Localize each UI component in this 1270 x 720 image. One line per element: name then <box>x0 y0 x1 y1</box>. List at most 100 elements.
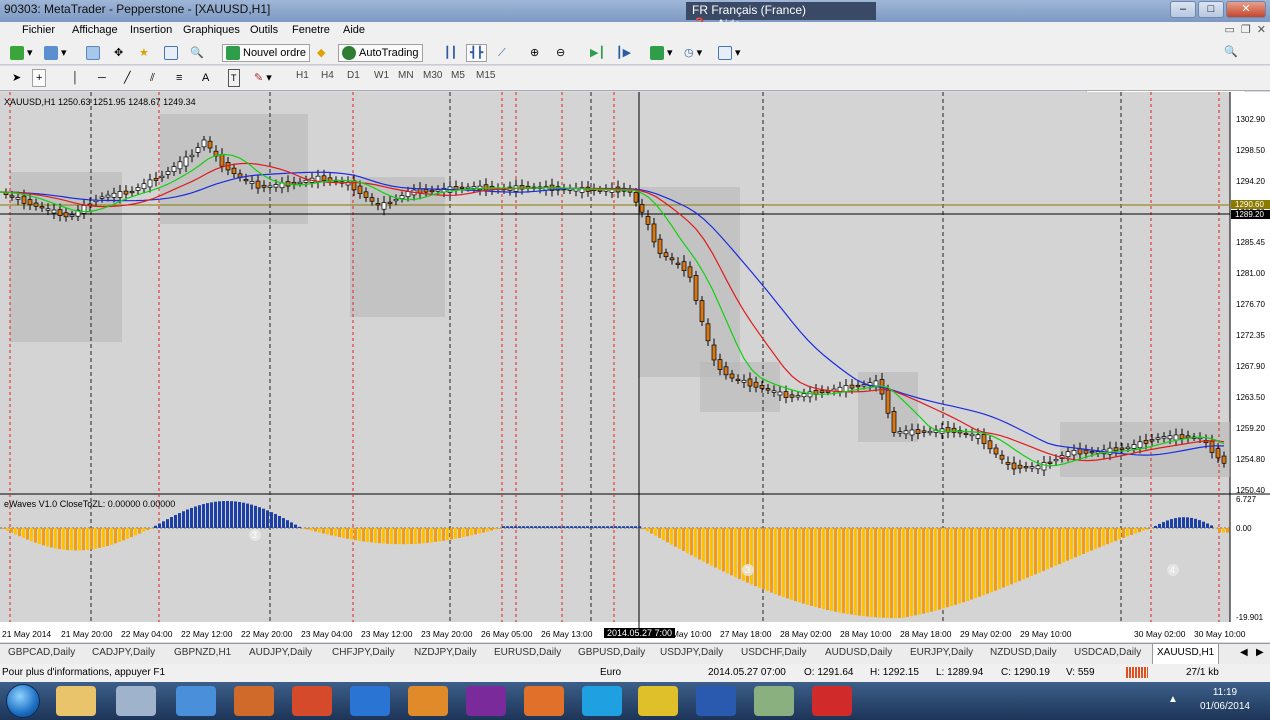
chart-shift-button[interactable]: ┃▶ <box>612 44 635 62</box>
timeframe-d1[interactable]: D1 <box>347 70 360 81</box>
strategy-tester-button[interactable]: 🔍 <box>186 44 208 62</box>
time-label: 22 May 20:00 <box>241 629 293 639</box>
tab-audjpy-daily[interactable]: AUDJPY,Daily <box>249 647 312 658</box>
refresh-app-icon[interactable] <box>176 686 216 716</box>
tab-chfjpy-daily[interactable]: CHFJPY,Daily <box>332 647 395 658</box>
timeframe-m15[interactable]: M15 <box>476 70 495 81</box>
new-chart-button[interactable]: ▾ <box>6 44 37 62</box>
close-button[interactable]: ✕ <box>1226 1 1266 18</box>
menu-aide[interactable]: Aide <box>343 24 365 36</box>
templates-button[interactable]: ▾ <box>714 44 745 62</box>
crosshair-button[interactable]: + <box>32 69 47 87</box>
navigator-button[interactable]: ✥ <box>110 44 127 62</box>
maximize-button[interactable]: □ <box>1198 1 1224 18</box>
language-selector[interactable]: FR Français (France) <box>692 3 806 17</box>
histogram-bar <box>994 528 997 591</box>
menu-outils[interactable]: Outils <box>250 24 278 36</box>
channel-button[interactable]: ⫽ <box>146 69 159 87</box>
histogram-bar <box>310 528 313 531</box>
timeframe-m5[interactable]: M5 <box>451 70 465 81</box>
indicators-button[interactable]: ▾ <box>646 44 677 62</box>
tab-nzdjpy-daily[interactable]: NZDJPY,Daily <box>414 647 477 658</box>
auto-scroll-button[interactable]: ▶┃ <box>586 44 609 62</box>
tab-gbpcad-daily[interactable]: GBPCAD,Daily <box>8 647 75 658</box>
menu-fichier[interactable]: Fichier <box>22 24 55 36</box>
metaeditor-button[interactable]: ◆ <box>313 44 329 62</box>
histogram-bar <box>142 528 145 532</box>
histogram-bar <box>198 505 201 528</box>
timeframe-h4[interactable]: H4 <box>321 70 334 81</box>
menu-insertion[interactable]: Insertion <box>130 24 172 36</box>
horizontal-line-button[interactable]: ─ <box>94 69 110 87</box>
histogram-bar <box>650 528 653 534</box>
yahoo-icon[interactable] <box>466 686 506 716</box>
zoom-out-button[interactable]: ⊖ <box>552 44 569 62</box>
mdi-minimize-icon[interactable]: ▭ <box>1225 23 1235 36</box>
zoom-in-button[interactable]: ⊕ <box>526 44 543 62</box>
cursor-button[interactable]: ➤ <box>8 69 25 87</box>
text-button[interactable]: A <box>198 69 213 87</box>
minimize-button[interactable]: – <box>1170 1 1196 18</box>
data-window-button[interactable]: ★ <box>135 44 153 62</box>
media-player-icon[interactable] <box>408 686 448 716</box>
histogram-bar <box>542 526 545 528</box>
terminal-button[interactable] <box>160 44 182 62</box>
timeframe-w1[interactable]: W1 <box>374 70 389 81</box>
menu-fenetre[interactable]: Fenetre <box>292 24 330 36</box>
trendline-button[interactable]: ╱ <box>120 69 135 87</box>
tab-eurjpy-daily[interactable]: EURJPY,Daily <box>910 647 973 658</box>
word-icon[interactable] <box>696 686 736 716</box>
mdi-restore-icon[interactable]: ❐ <box>1241 23 1251 36</box>
media-app-icon[interactable] <box>234 686 274 716</box>
tray-arrow-icon[interactable]: ▲ <box>1168 694 1178 705</box>
internet-explorer-icon[interactable] <box>350 686 390 716</box>
tab-xauusd-h1[interactable]: XAUUSD,H1 <box>1152 644 1220 665</box>
tab-scroll-right-icon[interactable]: ▶ <box>1256 647 1264 658</box>
tab-usdcad-daily[interactable]: USDCAD,Daily <box>1074 647 1141 658</box>
price-chart[interactable]: 3 3 4 1302.90 1298.50 1294.20 1289.20 1285.45 1… <box>0 92 1270 642</box>
connection-status-icon[interactable] <box>1126 667 1148 678</box>
profiles-button[interactable]: ▾ <box>40 44 71 62</box>
tab-usdchf-daily[interactable]: USDCHF,Daily <box>741 647 807 658</box>
autotrading-button[interactable]: AutoTrading <box>338 44 423 62</box>
chart-window[interactable]: 3 3 4 1302.90 1298.50 1294.20 1289.20 1285.45 1… <box>0 92 1270 642</box>
menu-graphiques[interactable]: Graphiques <box>183 24 240 36</box>
tab-usdjpy-daily[interactable]: USDJPY,Daily <box>660 647 723 658</box>
candle-body <box>369 197 375 202</box>
tab-gbpnzd-h1[interactable]: GBPNZD,H1 <box>174 647 231 658</box>
bar-chart-button[interactable]: ┃┃ <box>440 44 461 62</box>
fibonacci-button[interactable]: ≡ <box>172 69 186 87</box>
tab-eurusd-daily[interactable]: EURUSD,Daily <box>494 647 561 658</box>
text-label-button[interactable]: T <box>224 69 244 87</box>
tab-scroll-left-icon[interactable]: ◀ <box>1240 647 1248 658</box>
tab-gbpusd-daily[interactable]: GBPUSD,Daily <box>578 647 645 658</box>
menu-affichage[interactable]: Affichage <box>72 24 118 36</box>
chrome-icon[interactable] <box>638 686 678 716</box>
timeframe-h1[interactable]: H1 <box>296 70 309 81</box>
candlestick-button[interactable]: ┫┣ <box>466 44 488 62</box>
market-watch-button[interactable] <box>82 44 104 62</box>
candle-body <box>321 175 327 181</box>
shapes-button[interactable]: ✎ ▾ <box>250 69 276 87</box>
search-icon[interactable]: 🔍 <box>1224 45 1238 58</box>
new-order-button[interactable]: Nouvel ordre <box>222 44 310 62</box>
language-bar[interactable]: FR Français (France) ❓Aide <box>686 2 876 31</box>
metatrader-icon[interactable] <box>754 686 794 716</box>
vertical-line-button[interactable]: │ <box>68 69 83 87</box>
tab-cadjpy-daily[interactable]: CADJPY,Daily <box>92 647 155 658</box>
periods-button[interactable]: ◷ ▾ <box>680 44 706 62</box>
recorder-icon[interactable] <box>812 686 852 716</box>
timeframe-m30[interactable]: M30 <box>423 70 442 81</box>
firefox-icon[interactable] <box>524 686 564 716</box>
line-chart-button[interactable]: ⟋ <box>494 44 510 62</box>
computer-icon[interactable] <box>116 686 156 716</box>
start-button[interactable] <box>6 684 40 718</box>
skype-icon[interactable] <box>582 686 622 716</box>
tab-nzdusd-daily[interactable]: NZDUSD,Daily <box>990 647 1057 658</box>
tab-audusd-daily[interactable]: AUDUSD,Daily <box>825 647 892 658</box>
system-clock[interactable]: 11:19 01/06/2014 <box>1200 686 1250 714</box>
explorer-icon[interactable] <box>56 686 96 716</box>
mdi-close-icon[interactable]: ✕ <box>1257 23 1266 36</box>
powerpoint-icon[interactable] <box>292 686 332 716</box>
timeframe-mn[interactable]: MN <box>398 70 414 81</box>
